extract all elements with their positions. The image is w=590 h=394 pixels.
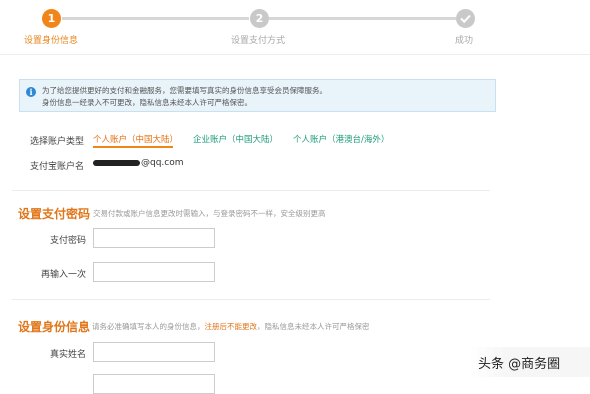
- account-type-label: 选择账户类型: [30, 137, 85, 147]
- confirm-password-label: 再输入一次: [40, 270, 86, 280]
- identity-hint-text-end: ，隐私信息未经本人许可严格保密: [257, 322, 370, 331]
- tab-personal-overseas[interactable]: 个人账户（港澳台/海外）: [293, 133, 389, 145]
- step-1-number: 1: [42, 9, 61, 28]
- account-name-value: @qq.com: [93, 158, 184, 168]
- payment-password-input[interactable]: [93, 228, 215, 248]
- divider: [0, 54, 590, 55]
- masked-account-prefix: [93, 159, 140, 166]
- tab-personal-mainland[interactable]: 个人账户（中国大陆）: [93, 133, 178, 145]
- selected-tab-underline: [93, 146, 173, 148]
- account-name-label: 支付宝账户名: [30, 162, 85, 172]
- account-email-domain: @qq.com: [141, 158, 184, 168]
- watermark: 头条 @商务圈: [478, 357, 561, 372]
- notice-line-1: 为了给您提供更好的支付和金融服务，您需要填写真实的身份信息享受会员保障服务。: [42, 86, 327, 95]
- identity-info-hint: 请务必准确填写本人的身份信息，注册后不能更改，隐私信息未经本人许可严格保密: [92, 321, 370, 332]
- notice-line-2: 身份信息一经录入不可更改，隐私信息未经本人许可严格保密。: [42, 98, 252, 107]
- step-3-label: 成功: [455, 36, 474, 46]
- step-2-label: 设置支付方式: [231, 36, 286, 46]
- info-notice: i 为了给您提供更好的支付和金融服务，您需要填写真实的身份信息享受会员保障服务。…: [19, 79, 496, 112]
- divider: [12, 190, 490, 191]
- tab-enterprise-mainland[interactable]: 企业账户（中国大陆）: [193, 133, 278, 145]
- identity-hint-text: 请务必准确填写本人的身份信息，: [92, 322, 205, 331]
- info-icon: i: [26, 87, 36, 97]
- real-name-input[interactable]: [93, 342, 215, 362]
- step-3-checkmark-icon: [456, 9, 475, 28]
- step-1-label: 设置身份信息: [24, 36, 79, 46]
- identity-hint-highlight: 注册后不能更改: [204, 322, 258, 331]
- real-name-label: 真实姓名: [49, 350, 86, 360]
- payment-password-hint: 交易付款或账户信息更改时需输入，与登录密码不一样，安全级别更高: [93, 209, 326, 218]
- divider: [12, 299, 490, 300]
- payment-password-title: 设置支付密码: [18, 207, 91, 221]
- step-2-number: 2: [250, 9, 269, 28]
- step-connector: [269, 17, 456, 20]
- payment-password-label: 支付密码: [49, 236, 86, 246]
- next-field-input[interactable]: [93, 374, 215, 394]
- step-connector: [62, 17, 249, 20]
- identity-info-title: 设置身份信息: [18, 320, 91, 334]
- confirm-password-input[interactable]: [93, 262, 215, 282]
- progress-stepper: 1 设置身份信息 2 设置支付方式 成功: [0, 0, 590, 56]
